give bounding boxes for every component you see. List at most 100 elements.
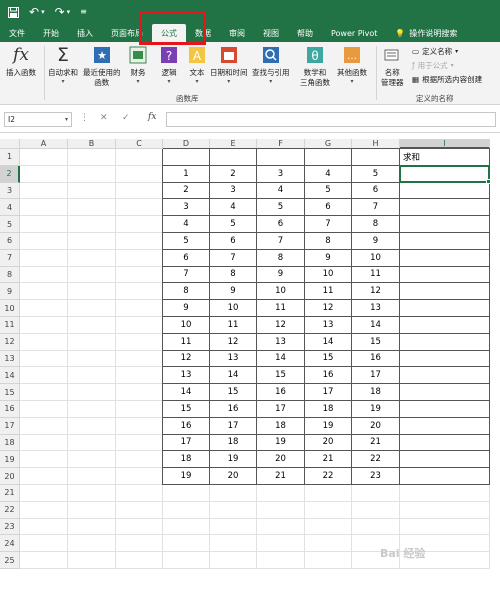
datetime-button[interactable]: 日期和时间 ▾ <box>210 44 248 85</box>
cell-D2[interactable]: 1 <box>163 165 210 183</box>
row-header[interactable]: 9 <box>0 283 20 301</box>
cell-D16[interactable]: 15 <box>163 401 210 418</box>
cell-F19[interactable]: 20 <box>257 451 305 469</box>
cell-G21[interactable] <box>305 485 352 502</box>
cell-H5[interactable]: 8 <box>352 216 400 233</box>
cell-C7[interactable] <box>116 249 163 267</box>
cell-E10[interactable]: 10 <box>210 300 257 317</box>
cell-I23[interactable] <box>400 518 490 536</box>
cell-E24[interactable] <box>210 535 257 553</box>
row-header[interactable]: 16 <box>0 401 20 418</box>
cell-F12[interactable]: 13 <box>257 333 305 351</box>
cell-C10[interactable] <box>116 300 163 317</box>
cell-H18[interactable]: 21 <box>352 434 400 452</box>
cell-H6[interactable]: 9 <box>352 233 400 250</box>
cell-A22[interactable] <box>20 501 68 519</box>
row-header[interactable]: 14 <box>0 367 20 385</box>
formula-input[interactable] <box>166 112 496 127</box>
row-header[interactable]: 1 <box>0 149 20 166</box>
cell-D12[interactable]: 11 <box>163 333 210 351</box>
cell-F15[interactable]: 16 <box>257 384 305 401</box>
cell-C15[interactable] <box>116 384 163 401</box>
cell-I1[interactable]: 求和 <box>400 149 490 166</box>
cell-C24[interactable] <box>116 535 163 553</box>
cell-D22[interactable] <box>163 501 210 519</box>
cell-H17[interactable]: 20 <box>352 417 400 435</box>
row-header[interactable]: 15 <box>0 384 20 401</box>
cell-B25[interactable] <box>68 552 116 569</box>
cell-F7[interactable]: 8 <box>257 249 305 267</box>
cell-G14[interactable]: 16 <box>305 367 352 385</box>
cell-H15[interactable]: 18 <box>352 384 400 401</box>
cell-E13[interactable]: 13 <box>210 350 257 368</box>
row-header[interactable]: 8 <box>0 266 20 284</box>
cell-A7[interactable] <box>20 249 68 267</box>
cell-H2[interactable]: 5 <box>352 165 400 183</box>
cell-D24[interactable] <box>163 535 210 553</box>
cell-B6[interactable] <box>68 233 116 250</box>
cell-E21[interactable] <box>210 485 257 502</box>
cell-H8[interactable]: 11 <box>352 266 400 284</box>
cell-F11[interactable]: 12 <box>257 317 305 334</box>
cell-C9[interactable] <box>116 283 163 301</box>
cell-F5[interactable]: 6 <box>257 216 305 233</box>
cell-A19[interactable] <box>20 451 68 469</box>
cell-H4[interactable]: 7 <box>352 199 400 217</box>
row-header[interactable]: 23 <box>0 518 20 536</box>
cell-H1[interactable] <box>352 149 400 166</box>
fill-handle[interactable] <box>486 178 491 184</box>
row-header[interactable]: 6 <box>0 233 20 250</box>
cell-C17[interactable] <box>116 417 163 435</box>
row-header[interactable]: 24 <box>0 535 20 553</box>
cell-D19[interactable]: 18 <box>163 451 210 469</box>
row-header[interactable]: 2 <box>0 165 20 183</box>
cell-A13[interactable] <box>20 350 68 368</box>
save-icon[interactable] <box>8 6 19 18</box>
cell-E12[interactable]: 12 <box>210 333 257 351</box>
cell-D3[interactable]: 2 <box>163 182 210 200</box>
cell-G24[interactable] <box>305 535 352 553</box>
cell-A21[interactable] <box>20 485 68 502</box>
cell-B12[interactable] <box>68 333 116 351</box>
column-header[interactable]: B <box>68 139 116 149</box>
cell-I11[interactable] <box>400 317 490 334</box>
cell-F10[interactable]: 11 <box>257 300 305 317</box>
cell-A8[interactable] <box>20 266 68 284</box>
row-header[interactable]: 20 <box>0 468 20 485</box>
cell-G25[interactable] <box>305 552 352 569</box>
redo-icon[interactable]: ↷ <box>55 6 65 18</box>
cell-F25[interactable] <box>257 552 305 569</box>
cell-G3[interactable]: 5 <box>305 182 352 200</box>
cell-C22[interactable] <box>116 501 163 519</box>
logical-button[interactable]: ? 逻辑 ▾ <box>158 44 180 85</box>
tab-1[interactable]: 开始 <box>34 24 68 42</box>
cell-F17[interactable]: 18 <box>257 417 305 435</box>
cell-F24[interactable] <box>257 535 305 553</box>
cell-H12[interactable]: 15 <box>352 333 400 351</box>
cell-I14[interactable] <box>400 367 490 385</box>
cell-G15[interactable]: 17 <box>305 384 352 401</box>
cell-G4[interactable]: 6 <box>305 199 352 217</box>
cell-H23[interactable] <box>352 518 400 536</box>
cell-H14[interactable]: 17 <box>352 367 400 385</box>
column-header[interactable]: C <box>116 139 163 149</box>
tab-6[interactable]: 审阅 <box>220 24 254 42</box>
cell-D20[interactable]: 19 <box>163 468 210 485</box>
cell-G1[interactable] <box>305 149 352 166</box>
cell-G6[interactable]: 8 <box>305 233 352 250</box>
redo-dropdown-icon[interactable]: ▾ <box>67 8 71 16</box>
row-header[interactable]: 11 <box>0 317 20 334</box>
cell-F1[interactable] <box>257 149 305 166</box>
cell-I10[interactable] <box>400 300 490 317</box>
cell-A4[interactable] <box>20 199 68 217</box>
cell-E16[interactable]: 16 <box>210 401 257 418</box>
cell-D5[interactable]: 4 <box>163 216 210 233</box>
cell-D18[interactable]: 17 <box>163 434 210 452</box>
cell-H16[interactable]: 19 <box>352 401 400 418</box>
cell-I13[interactable] <box>400 350 490 368</box>
cell-A17[interactable] <box>20 417 68 435</box>
cell-C8[interactable] <box>116 266 163 284</box>
cell-C6[interactable] <box>116 233 163 250</box>
cell-H7[interactable]: 10 <box>352 249 400 267</box>
cell-B1[interactable] <box>68 149 116 166</box>
